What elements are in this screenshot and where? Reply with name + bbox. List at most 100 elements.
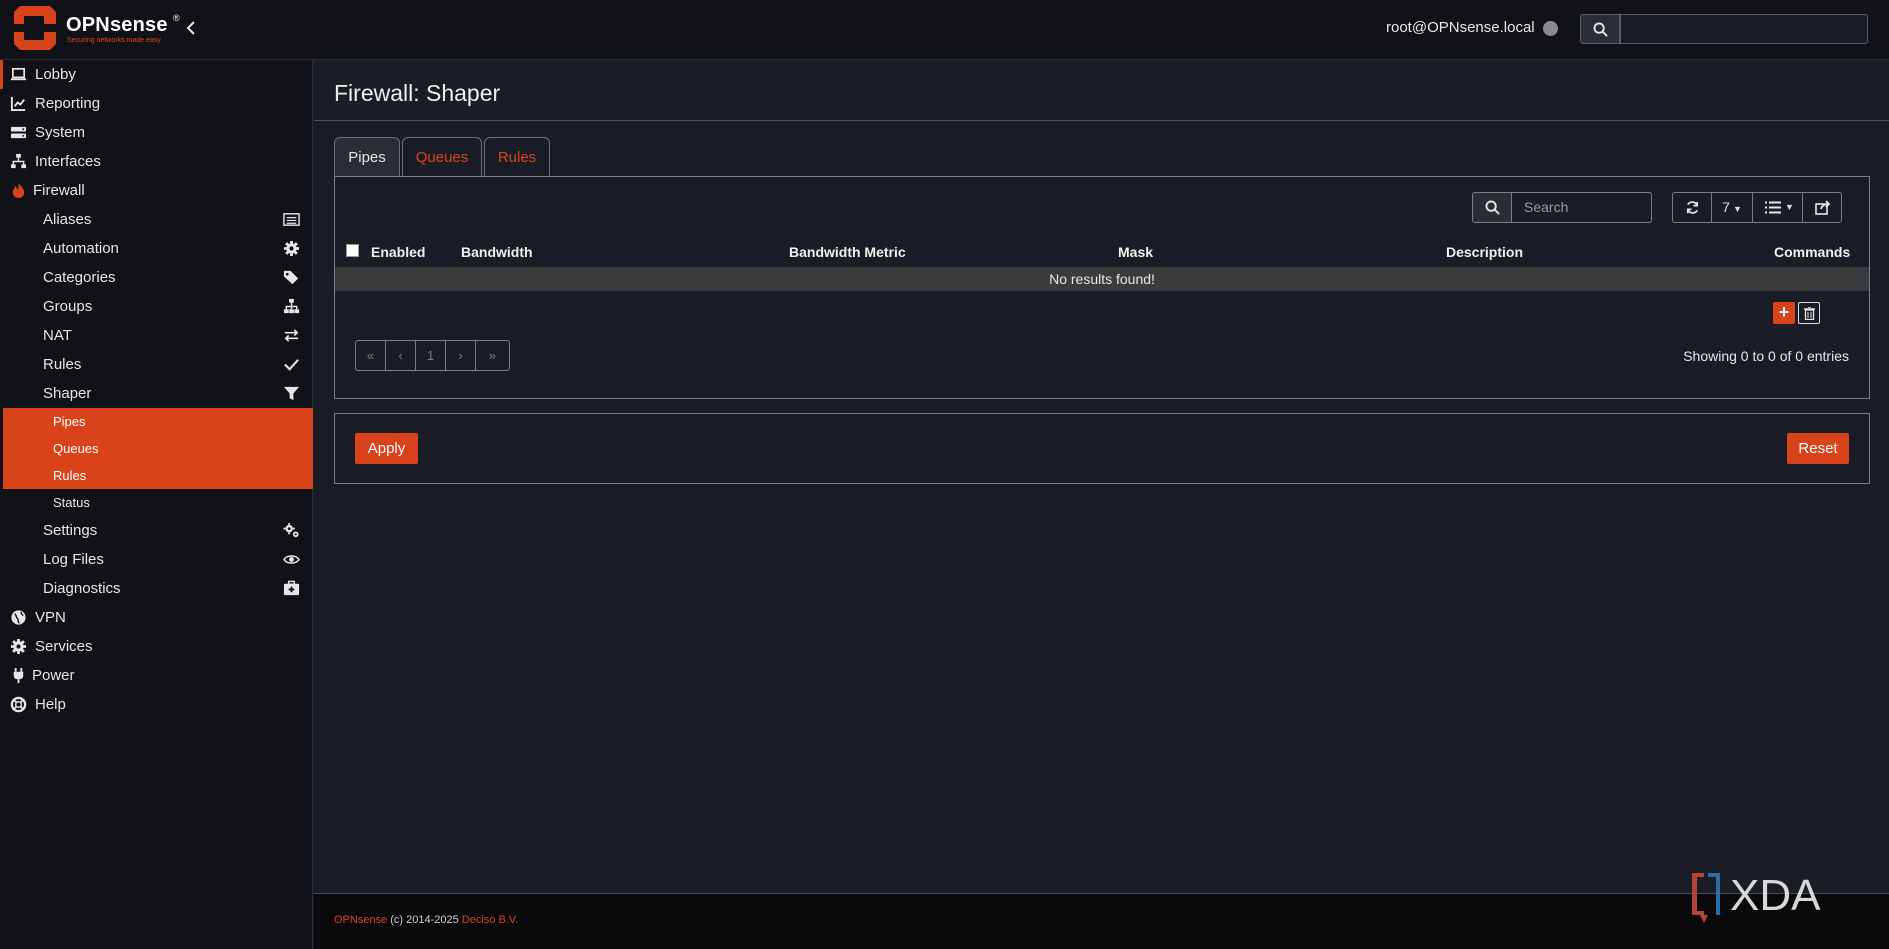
tab-rules[interactable]: Rules (484, 137, 550, 177)
user-menu[interactable]: root@OPNsense.local (1386, 19, 1535, 36)
sidebar-item-reporting[interactable]: Reporting (0, 89, 313, 118)
grid-search-button[interactable] (1472, 192, 1512, 223)
server-icon (10, 126, 27, 139)
registered-mark: ® (173, 13, 180, 23)
export-button[interactable] (1802, 192, 1842, 223)
sidebar-item-label: Shaper (43, 385, 92, 402)
sidebar-item-shaper-status[interactable]: Status (3, 489, 313, 516)
sidebar-item-label: Diagnostics (43, 580, 121, 597)
sidebar-item-label: Lobby (35, 66, 76, 83)
sidebar-item-label: Pipes (53, 414, 86, 429)
footer-copyright: OPNsense (c) 2014-2025 Deciso B.V. (334, 914, 518, 926)
sidebar-item-label: Interfaces (35, 153, 101, 170)
page-size-dropdown[interactable]: 7 ▼ (1711, 192, 1753, 223)
page-size-value: 7 (1722, 199, 1730, 215)
sidebar-item-help[interactable]: Help (0, 690, 313, 719)
cog-icon (10, 638, 27, 655)
pager-previous[interactable]: ‹ (385, 340, 416, 371)
title-divider (314, 120, 1889, 121)
add-pipe-button[interactable]: + (1773, 302, 1795, 324)
footer: OPNsense (c) 2014-2025 Deciso B.V. (314, 894, 1889, 949)
sidebar-collapse-button[interactable] (184, 18, 198, 38)
tab-queues[interactable]: Queues (402, 137, 482, 177)
sidebar-item-nat[interactable]: NAT (0, 321, 313, 350)
sitemap-icon (283, 298, 300, 314)
brand-tagline: Securing networks made easy (67, 37, 161, 44)
sidebar-item-system[interactable]: System (0, 118, 313, 147)
sidebar-item-shaper[interactable]: Shaper (0, 379, 313, 408)
opnsense-logo-icon (14, 6, 56, 50)
sidebar-item-firewall[interactable]: Firewall (0, 176, 313, 205)
refresh-button[interactable] (1672, 192, 1712, 223)
sidebar-item-label: Settings (43, 522, 98, 539)
reset-button[interactable]: Reset (1787, 433, 1849, 464)
sidebar-item-label: Services (35, 638, 93, 655)
sidebar-item-shaper-pipes[interactable]: Pipes (3, 408, 313, 435)
tab-pipes[interactable]: Pipes (334, 137, 400, 177)
tags-icon (283, 270, 299, 285)
footer-company-link[interactable]: Deciso B.V. (462, 914, 518, 926)
footer-product-link[interactable]: OPNsense (334, 914, 387, 926)
column-header-mask[interactable]: Mask (1118, 244, 1153, 260)
xda-watermark-logo: XDA (1692, 871, 1821, 923)
sidebar-item-label: System (35, 124, 86, 141)
column-header-description[interactable]: Description (1446, 244, 1523, 260)
filter-icon (283, 386, 300, 401)
sidebar-item-label: Aliases (43, 211, 92, 228)
sidebar-item-label: Queues (53, 441, 99, 456)
delete-selected-button[interactable] (1798, 302, 1820, 324)
sidebar-item-rules[interactable]: Rules (0, 350, 313, 379)
apply-panel: Apply Reset (334, 413, 1870, 484)
share-icon (1815, 200, 1831, 215)
column-header-bandwidth-metric[interactable]: Bandwidth Metric (789, 244, 906, 260)
status-indicator[interactable] (1543, 21, 1558, 36)
caret-down-icon: ▼ (1732, 204, 1742, 214)
apply-button[interactable]: Apply (355, 433, 418, 464)
trash-icon (1804, 307, 1815, 320)
sidebar-item-log-files[interactable]: Log Files (0, 545, 313, 574)
gear-icon (283, 240, 300, 257)
column-header-commands: Commands (1774, 244, 1851, 260)
pager-last[interactable]: » (475, 340, 510, 371)
column-header-enabled[interactable]: Enabled (371, 244, 425, 260)
grid-search-input[interactable]: Search (1512, 192, 1652, 223)
sidebar-item-settings[interactable]: Settings (0, 516, 313, 545)
sidebar-item-label: Status (53, 495, 90, 510)
eye-icon (283, 555, 300, 564)
pager-page-1[interactable]: 1 (415, 340, 446, 371)
sidebar-item-power[interactable]: Power (0, 661, 313, 690)
global-search-input[interactable] (1620, 14, 1868, 44)
column-selection-dropdown[interactable]: ▼ (1752, 192, 1803, 223)
sidebar: Lobby Reporting System Interfaces Firewa… (0, 60, 313, 949)
sidebar-item-services[interactable]: Services (0, 632, 313, 661)
sidebar-item-automation[interactable]: Automation (0, 234, 313, 263)
column-header-bandwidth[interactable]: Bandwidth (461, 244, 533, 260)
sidebar-item-shaper-queues[interactable]: Queues (3, 435, 313, 462)
sidebar-item-label: Categories (43, 269, 116, 286)
pager-next[interactable]: › (445, 340, 476, 371)
sidebar-item-aliases[interactable]: Aliases (0, 205, 313, 234)
sidebar-item-diagnostics[interactable]: Diagnostics (0, 574, 313, 603)
grid-info-text: Showing 0 to 0 of 0 entries (1683, 348, 1849, 364)
exchange-icon (284, 329, 299, 342)
pager-first[interactable]: « (355, 340, 386, 371)
medkit-icon (283, 580, 300, 596)
sidebar-item-label: Reporting (35, 95, 101, 112)
sidebar-item-lobby[interactable]: Lobby (0, 60, 313, 89)
global-search-button[interactable] (1580, 14, 1620, 44)
sidebar-item-label: Rules (43, 356, 82, 373)
top-navbar: OPNsense ® Securing networks made easy r… (0, 0, 1889, 60)
sidebar-item-categories[interactable]: Categories (0, 263, 313, 292)
select-all-checkbox[interactable] (346, 244, 359, 257)
opnsense-logo[interactable]: OPNsense ® Securing networks made easy (10, 4, 190, 56)
sidebar-item-interfaces[interactable]: Interfaces (0, 147, 313, 176)
sidebar-item-vpn[interactable]: VPN (0, 603, 313, 632)
main-content: Firewall: Shaper Pipes Queues Rules Sear… (314, 60, 1889, 890)
sidebar-item-groups[interactable]: Groups (0, 292, 313, 321)
brand-name: OPNsense (66, 14, 168, 36)
footer-copyright-years: (c) 2014-2025 (390, 914, 459, 926)
sidebar-item-label: NAT (43, 327, 72, 344)
chevron-left-icon (186, 21, 195, 35)
globe-icon (11, 610, 26, 625)
sidebar-item-shaper-rules[interactable]: Rules (3, 462, 313, 489)
